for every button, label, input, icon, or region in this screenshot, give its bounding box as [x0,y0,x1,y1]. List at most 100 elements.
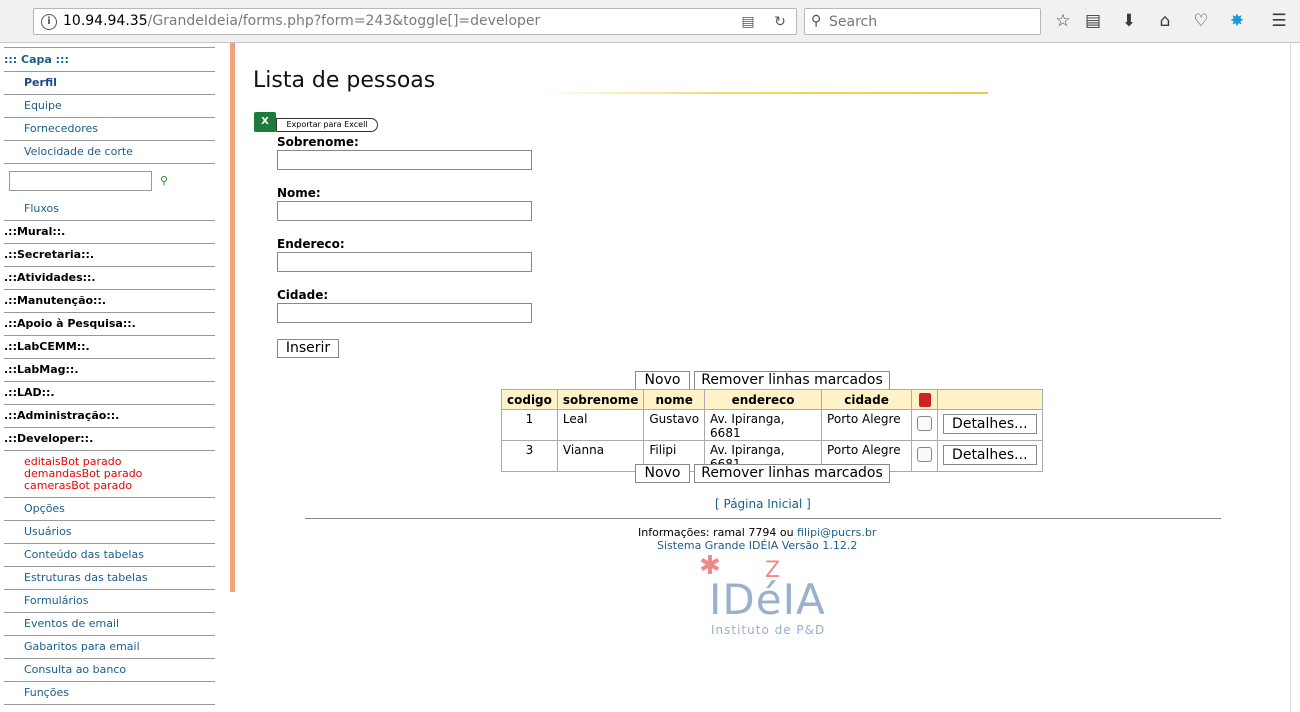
page-title: Lista de pessoas [253,68,436,93]
column-header-nome[interactable]: nome [643,389,706,410]
novo-button-top[interactable]: Novo [635,371,690,390]
extension-icon[interactable]: ✸ [1226,10,1248,32]
details-button[interactable]: Detalhes... [943,414,1037,434]
cell-sobrenome: Vianna [556,440,645,472]
cell-sobrenome: Leal [556,409,645,441]
search-bar[interactable]: ⚲ [804,8,1041,35]
menu-icon[interactable]: ☰ [1268,10,1290,32]
search-icon[interactable]: ⚲ [160,174,168,187]
cidade-label: Cidade: [277,288,329,302]
novo-button-bottom[interactable]: Novo [635,464,690,483]
menu-divider [4,475,215,498]
download-icon[interactable]: ⬇ [1118,10,1140,32]
menu-lad[interactable]: .::LAD::. [4,386,215,405]
cell-codigo: 1 [501,409,558,441]
url-host: 10.94.94.35 [63,13,148,29]
reading-list-icon[interactable]: ▤ [1082,10,1104,32]
details-button[interactable]: Detalhes... [943,445,1037,465]
contact-text: Informações: ramal 7794 ou [638,526,798,539]
menu-atividades[interactable]: .::Atividades::. [4,271,215,290]
pocket-icon[interactable]: ♡ [1190,10,1212,32]
sobrenome-label: Sobrenome: [277,135,359,149]
url-bar[interactable]: i 10.94.94.35/GrandeIdeia/forms.php?form… [33,8,797,35]
column-header-cidade[interactable]: cidade [821,389,913,410]
cell-checkbox [911,440,939,472]
table-header-row: codigo sobrenome nome endereco cidade [501,389,1043,410]
logo-subtitle: Instituto de P&D [711,623,826,637]
browser-toolbar: i 10.94.94.35/GrandeIdeia/forms.php?form… [0,0,1300,43]
menu-estruturas[interactable]: Estruturas das tabelas [4,571,215,590]
menu-developer[interactable]: .::Developer::. [4,432,215,451]
search-icon: ⚲ [811,13,822,29]
menu-manutencao[interactable]: .::Manutenção::. [4,294,215,313]
menu-divider [4,47,215,48]
menu-conteudo[interactable]: Conteúdo das tabelas [4,548,215,567]
inserir-button[interactable]: Inserir [277,339,339,358]
home-icon[interactable]: ⌂ [1154,10,1176,32]
version-text: Sistema Grande IDÉIA Versão 1.12.2 [657,539,858,552]
info-icon[interactable]: i [41,14,57,30]
menu-eventos[interactable]: Eventos de email [4,617,215,636]
trash-icon [918,393,931,407]
menu-equipe[interactable]: Equipe [4,99,215,118]
nome-input[interactable] [277,201,532,221]
cell-endereco: Av. Ipiranga, 6681 [704,409,823,441]
cell-codigo: 3 [501,440,558,472]
delete-column-header [911,389,939,410]
email-link[interactable]: filipi@pucrs.br [797,526,876,539]
menu-administracao[interactable]: .::Administração::. [4,409,215,428]
menu-perfil[interactable]: Perfil [4,76,215,95]
menu-labcemm[interactable]: .::LabCEMM::. [4,340,215,359]
cell-details: Detalhes... [937,409,1043,441]
footer-divider [305,518,1221,519]
menu-secretaria[interactable]: .::Secretaria::. [4,248,215,267]
endereco-input[interactable] [277,252,532,272]
menu-fornecedores[interactable]: Fornecedores [4,122,215,141]
endereco-label: Endereco: [277,237,345,251]
page-scrollbar[interactable] [1290,43,1300,712]
cell-details: Detalhes... [937,440,1043,472]
url-path: /GrandeIdeia/forms.php?form=243&toggle[]… [147,13,541,29]
sidebar: ::: Capa ::: Perfil Equipe Fornecedores … [0,43,235,712]
column-header-codigo[interactable]: codigo [501,389,558,410]
cell-checkbox [911,409,939,441]
menu-consulta[interactable]: Consulta ao banco [4,663,215,682]
cell-nome: Gustavo [643,409,706,441]
menu-labmag[interactable]: .::LabMag::. [4,363,215,382]
export-excel-button[interactable]: Exportar para Excell [276,118,378,132]
cell-cidade: Porto Alegre [821,409,913,441]
menu-formularios[interactable]: Formulários [4,594,215,613]
contact-info: Informações: ramal 7794 ou filipi@pucrs.… [638,526,876,539]
menu-gabaritos[interactable]: Gabaritos para email [4,640,215,659]
column-header-sobrenome[interactable]: sobrenome [556,389,645,410]
row-checkbox[interactable] [917,416,933,431]
menu-usuarios[interactable]: Usuários [4,525,215,544]
reader-icon[interactable]: ▤ [738,13,758,31]
menu-mural[interactable]: .::Mural::. [4,225,215,244]
reload-icon[interactable]: ↻ [770,13,790,31]
menu-search-input[interactable] [9,171,152,191]
column-header-endereco[interactable]: endereco [704,389,823,410]
excel-icon[interactable]: X [254,112,276,132]
main-content: Lista de pessoas X Exportar para Excell … [235,43,1290,712]
search-input[interactable] [829,12,1034,31]
menu-capa[interactable]: ::: Capa ::: [4,53,215,72]
home-page-link[interactable]: [ Página Inicial ] [715,497,811,511]
remove-marked-button-bottom[interactable]: Remover linhas marcados [694,464,890,483]
row-checkbox[interactable] [917,447,933,462]
table-row: 1 Leal Gustavo Av. Ipiranga, 6681 Porto … [501,409,1043,441]
nome-label: Nome: [277,186,321,200]
menu-velocidade[interactable]: Velocidade de corte [4,145,215,164]
menu-fluxos[interactable]: Fluxos [4,202,215,221]
url-text[interactable]: 10.94.94.35/GrandeIdeia/forms.php?form=2… [63,13,540,29]
menu-apoio[interactable]: .::Apoio à Pesquisa::. [4,317,215,336]
menu-opcoes[interactable]: Opções [4,502,215,521]
actions-column-header [937,389,1043,410]
menu-funcoes[interactable]: Funções [4,686,215,705]
remove-marked-button-top[interactable]: Remover linhas marcados [694,371,890,390]
people-table: codigo sobrenome nome endereco cidade 1 … [501,389,1043,472]
ideia-logo: IDéIA [709,575,826,624]
cidade-input[interactable] [277,303,532,323]
bookmark-star-icon[interactable]: ☆ [1052,10,1074,32]
sobrenome-input[interactable] [277,150,532,170]
